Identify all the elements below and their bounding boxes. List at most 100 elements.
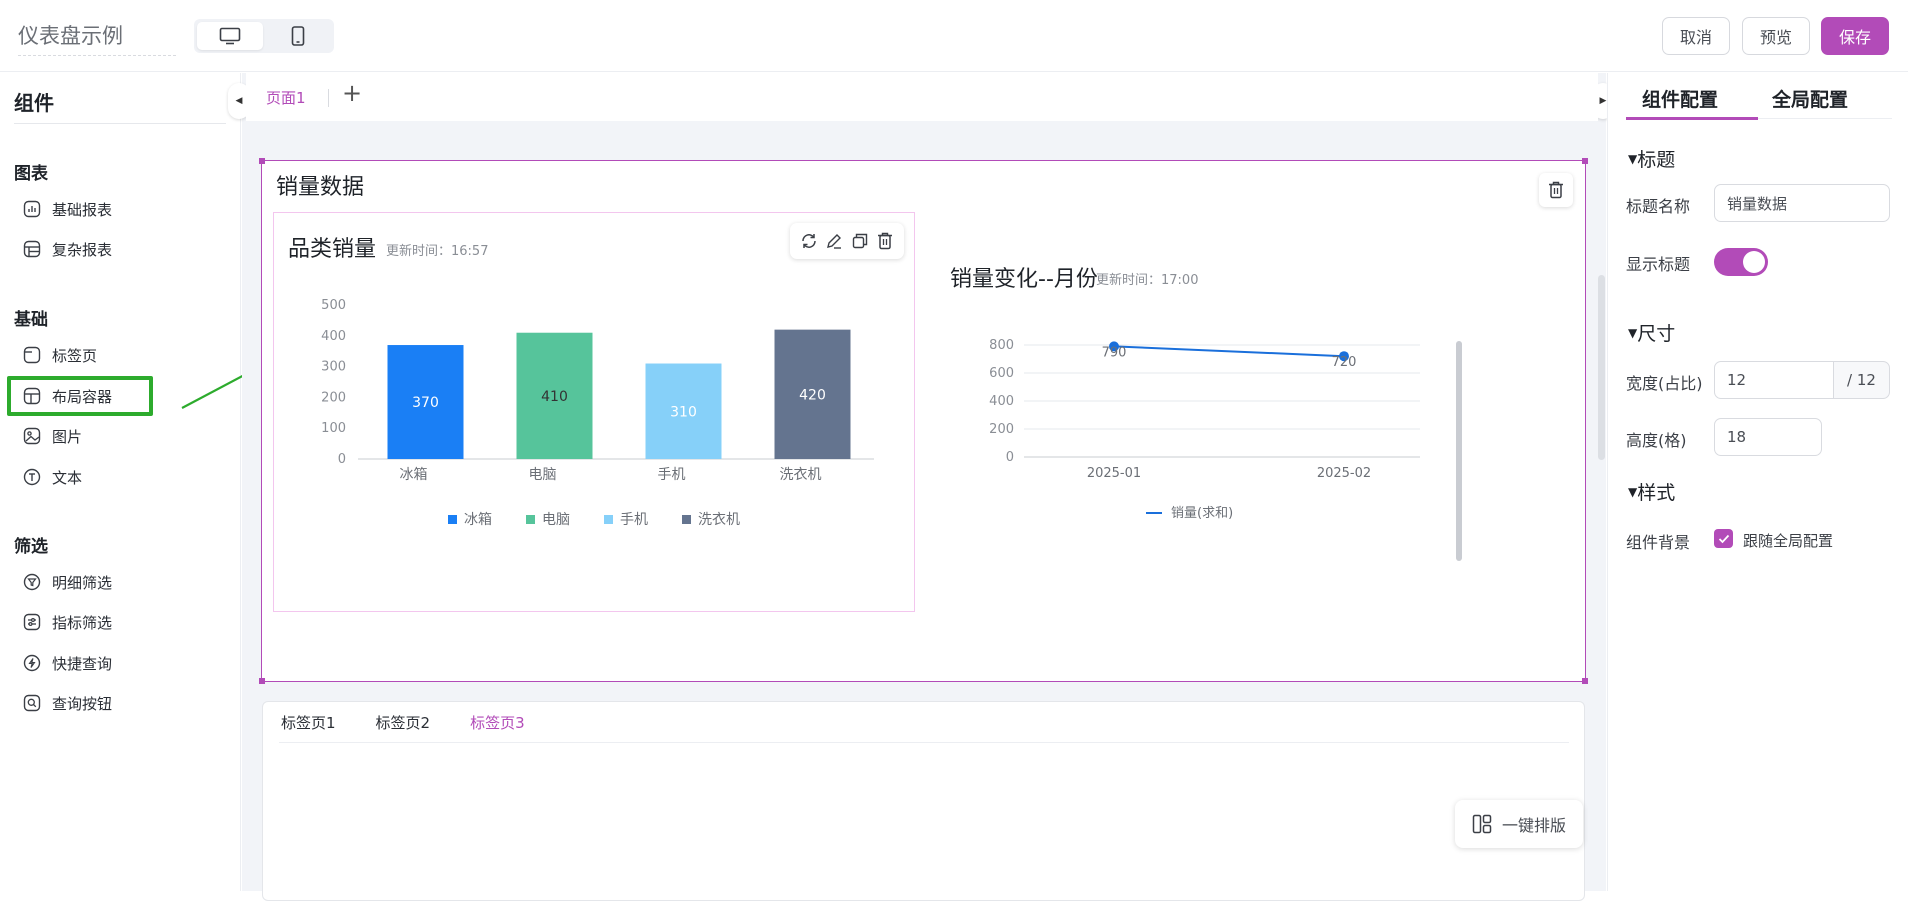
dashboard-name-input[interactable]: 仪表盘示例 <box>18 20 176 56</box>
save-button[interactable]: 保存 <box>1821 17 1889 55</box>
cancel-button[interactable]: 取消 <box>1662 17 1730 55</box>
resize-handle[interactable] <box>259 678 265 684</box>
tabs-row: 标签页1 标签页2 标签页3 <box>281 712 525 733</box>
legend-swatch <box>526 515 535 524</box>
data-label: 790 <box>1102 345 1127 360</box>
component-complex-report[interactable]: 复杂报表 <box>14 234 112 264</box>
y-tick-label: 300 <box>321 360 346 375</box>
search-button-icon <box>22 693 42 713</box>
background-label: 组件背景 <box>1626 533 1691 552</box>
caret-left-icon: ◀ <box>235 96 243 106</box>
tab-3[interactable]: 标签页3 <box>470 712 525 733</box>
y-tick-label: 400 <box>989 394 1014 409</box>
title-name-label: 标题名称 <box>1626 197 1691 216</box>
layout-grid-icon <box>1472 814 1492 834</box>
x-tick-label: 2025-02 <box>1317 466 1371 481</box>
image-icon <box>22 426 42 446</box>
series-line <box>1113 345 1345 358</box>
bar-chart-icon <box>22 199 42 219</box>
delete-container-button[interactable] <box>1539 173 1573 207</box>
legend-swatch <box>604 515 613 524</box>
tab-global-config[interactable]: 全局配置 <box>1772 85 1848 112</box>
config-panel: 组件配置 全局配置 ▼标题 标题名称 销量数据 显示标题 ▼尺寸 宽度(占比) … <box>1607 73 1908 891</box>
page-tabs: 页面1 + <box>246 73 1598 121</box>
bar-value-label: 370 <box>412 395 439 411</box>
trash-icon <box>1549 181 1563 199</box>
legend-label: 电脑 <box>542 512 570 528</box>
layout-container[interactable]: 销量数据 品类销量 更新时间：16:57 0 100 200 300 400 500 370… <box>259 158 1588 684</box>
auto-layout-button[interactable]: 一键排版 <box>1455 800 1583 848</box>
component-quick-query[interactable]: 快捷查询 <box>14 648 112 678</box>
resize-handle[interactable] <box>1582 678 1588 684</box>
component-detail-filter[interactable]: 明细筛选 <box>14 567 112 597</box>
component-metric-filter[interactable]: 指标筛选 <box>14 607 112 637</box>
component-basic-report[interactable]: 基础报表 <box>14 194 112 224</box>
height-input[interactable]: 18 <box>1714 418 1822 456</box>
mobile-view-button[interactable] <box>265 22 331 50</box>
component-text[interactable]: 文本 <box>14 462 82 492</box>
chart-scrollbar[interactable] <box>1456 341 1462 561</box>
component-label: 查询按钮 <box>52 694 113 713</box>
line-chart-card[interactable]: 销量变化--月份 更新时间：17:00 0 200 400 600 800 790 2025… <box>938 261 1478 601</box>
legend-label: 冰箱 <box>464 512 492 528</box>
device-switch <box>194 19 334 53</box>
copy-icon[interactable] <box>850 231 870 251</box>
desktop-view-button[interactable] <box>197 22 263 50</box>
tab-component-config[interactable]: 组件配置 <box>1642 85 1718 112</box>
x-tick-label: 手机 <box>658 467 686 483</box>
x-tick-label: 2025-01 <box>1087 466 1141 481</box>
component-query-button[interactable]: 查询按钮 <box>14 688 112 718</box>
refresh-icon[interactable] <box>799 231 819 251</box>
tab-1[interactable]: 标签页1 <box>281 712 336 733</box>
tab-icon <box>22 345 42 365</box>
component-tabs[interactable]: 标签页 <box>14 340 97 370</box>
bar-chart-card[interactable]: 品类销量 更新时间：16:57 0 100 200 300 400 500 370 冰箱 410… <box>273 212 915 612</box>
component-label: 图片 <box>52 427 83 446</box>
table-chart-icon <box>22 239 42 259</box>
bar-value-label: 410 <box>541 389 568 405</box>
y-tick-label: 200 <box>989 422 1014 437</box>
component-label: 文本 <box>52 468 83 487</box>
title-name-input[interactable]: 销量数据 <box>1714 184 1890 222</box>
mobile-icon <box>291 26 305 46</box>
edit-icon[interactable] <box>824 231 844 251</box>
canvas-scrollbar[interactable] <box>1598 275 1605 460</box>
line-chart-title: 销量变化--月份 <box>950 267 1098 292</box>
y-tick-label: 200 <box>321 390 346 405</box>
preview-button[interactable]: 预览 <box>1742 17 1810 55</box>
section-style-heading[interactable]: ▼样式 <box>1628 478 1675 505</box>
add-page-button[interactable]: + <box>342 79 362 107</box>
metric-filter-icon <box>22 612 42 632</box>
group-basic-title: 基础 <box>14 310 48 330</box>
section-style-label: 样式 <box>1637 482 1676 504</box>
component-label: 指标筛选 <box>52 613 113 632</box>
show-title-toggle[interactable] <box>1714 248 1768 276</box>
component-image[interactable]: 图片 <box>14 421 82 451</box>
bar-chart: 0100200300400500370冰箱410电脑310手机420洗衣机冰箱电… <box>321 298 874 528</box>
section-title-heading[interactable]: ▼标题 <box>1628 145 1675 172</box>
section-size-heading[interactable]: ▼尺寸 <box>1628 319 1675 346</box>
text-icon <box>22 467 42 487</box>
check-icon <box>1718 534 1729 543</box>
resize-handle[interactable] <box>1582 158 1588 164</box>
data-label: 720 <box>1332 355 1357 370</box>
width-input[interactable]: 12 <box>1714 361 1834 399</box>
components-panel: 组件 图表 基础报表 复杂报表 基础 标签页 布局容器 图片 文本 筛选 明细筛… <box>0 73 241 891</box>
section-title-label: 标题 <box>1637 149 1676 171</box>
follow-global-checkbox[interactable] <box>1714 529 1733 548</box>
chart-toolbar <box>790 223 904 259</box>
highlight-box <box>7 376 153 416</box>
resize-handle[interactable] <box>259 158 265 164</box>
divider <box>279 742 1569 743</box>
component-label: 基础报表 <box>52 200 113 219</box>
tabs-component[interactable]: 标签页1 标签页2 标签页3 <box>262 701 1585 901</box>
y-tick-label: 0 <box>1006 450 1014 465</box>
page-tab-1[interactable]: 页面1 <box>266 87 306 108</box>
divider <box>328 89 329 107</box>
line-chart-update-time: 更新时间：17:00 <box>1096 273 1199 288</box>
trash-icon[interactable] <box>875 231 895 251</box>
tab-2[interactable]: 标签页2 <box>376 712 431 733</box>
bar-value-label: 420 <box>799 387 826 403</box>
y-tick-label: 400 <box>321 329 346 344</box>
active-tab-indicator <box>1626 117 1758 120</box>
